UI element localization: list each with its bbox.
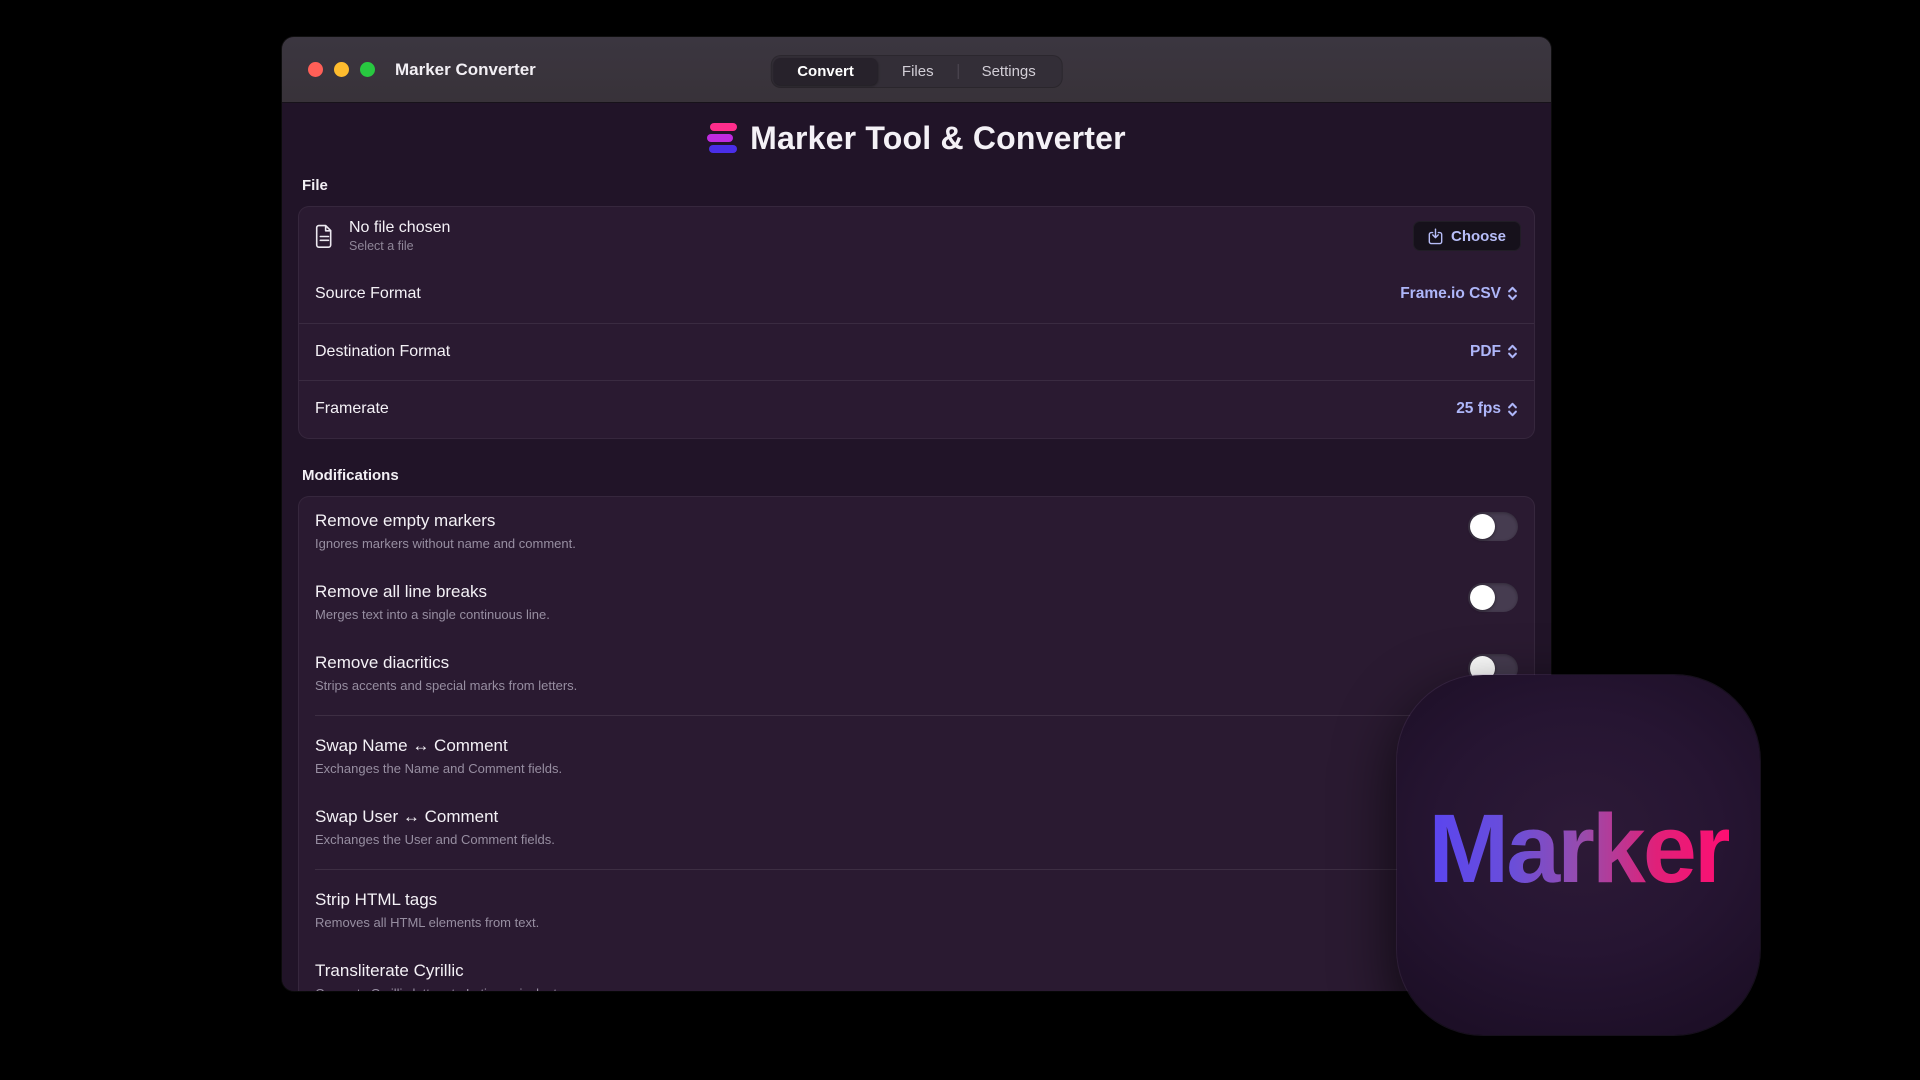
modification-title: Remove empty markers bbox=[315, 511, 576, 531]
document-icon bbox=[315, 224, 334, 249]
minimize-window-icon[interactable] bbox=[334, 62, 349, 77]
modification-row: Swap User ↔ Comment Exchanges the User a… bbox=[299, 793, 1534, 864]
modification-row: Transliterate Cyrillic Converts Cyrillic… bbox=[299, 947, 1534, 992]
modification-title: Strip HTML tags bbox=[315, 890, 539, 910]
modification-texts: Remove all line breaks Merges text into … bbox=[315, 582, 550, 623]
modification-row: Strip HTML tags Removes all HTML element… bbox=[299, 876, 1534, 947]
modification-texts: Remove empty markers Ignores markers wit… bbox=[315, 511, 576, 552]
chevron-up-down-icon bbox=[1507, 285, 1518, 302]
format-dropdown[interactable]: 25 fps bbox=[1456, 400, 1518, 418]
marker-app-icon: Marker bbox=[1397, 675, 1760, 1035]
traffic-lights bbox=[308, 37, 375, 102]
modification-row: Remove diacritics Strips accents and spe… bbox=[299, 639, 1534, 710]
modifications-section-label: Modifications bbox=[302, 467, 1531, 484]
modifications-card: Remove empty markers Ignores markers wit… bbox=[298, 496, 1535, 992]
modification-subtitle: Merges text into a single continuous lin… bbox=[315, 607, 550, 623]
file-card: No file chosen Select a file Choose So bbox=[298, 206, 1535, 439]
modification-subtitle: Ignores markers without name and comment… bbox=[315, 536, 576, 552]
toggle-knob bbox=[1470, 585, 1495, 610]
modification-title: Remove all line breaks bbox=[315, 582, 550, 602]
format-dropdown-value: PDF bbox=[1470, 343, 1501, 361]
title-bar: Marker Converter Convert Files Settings bbox=[282, 37, 1551, 103]
file-chooser-row: No file chosen Select a file Choose bbox=[299, 207, 1534, 265]
app-icon-wordmark: Marker bbox=[1428, 800, 1728, 911]
format-dropdown-value: 25 fps bbox=[1456, 400, 1501, 418]
modification-row: Swap Name ↔ Comment Exchanges the Name a… bbox=[299, 722, 1534, 793]
format-dropdown-value: Frame.io CSV bbox=[1400, 285, 1501, 303]
window-title: Marker Converter bbox=[395, 60, 536, 80]
page-title: Marker Tool & Converter bbox=[750, 120, 1126, 157]
format-row: Source Format Frame.io CSV bbox=[299, 265, 1534, 323]
main-content: Marker Tool & Converter File No file cho… bbox=[282, 103, 1551, 991]
format-row-label: Destination Format bbox=[315, 343, 450, 361]
close-window-icon[interactable] bbox=[308, 62, 323, 77]
toggle-switch[interactable] bbox=[1468, 583, 1518, 612]
file-section-label: File bbox=[302, 177, 1531, 194]
format-dropdown[interactable]: PDF bbox=[1470, 343, 1518, 361]
tab[interactable]: Settings bbox=[958, 58, 1060, 85]
modification-texts: Transliterate Cyrillic Converts Cyrillic… bbox=[315, 961, 567, 992]
modification-title: Remove diacritics bbox=[315, 653, 577, 673]
modification-texts: Remove diacritics Strips accents and spe… bbox=[315, 653, 577, 694]
chevron-up-down-icon bbox=[1507, 343, 1518, 360]
format-row-label: Framerate bbox=[315, 400, 389, 418]
format-row: Framerate 25 fps bbox=[299, 380, 1534, 438]
choose-button-label: Choose bbox=[1451, 228, 1506, 245]
format-dropdown[interactable]: Frame.io CSV bbox=[1400, 285, 1518, 303]
format-rows: Source Format Frame.io CSV Destination F… bbox=[299, 265, 1534, 438]
modification-texts: Swap User ↔ Comment Exchanges the User a… bbox=[315, 807, 555, 848]
page-header: Marker Tool & Converter bbox=[298, 103, 1535, 161]
group-divider bbox=[315, 869, 1518, 870]
tab-bar: Convert Files Settings bbox=[771, 56, 1062, 87]
format-row-label: Source Format bbox=[315, 285, 421, 303]
modification-subtitle: Exchanges the User and Comment fields. bbox=[315, 832, 555, 848]
modification-texts: Strip HTML tags Removes all HTML element… bbox=[315, 890, 539, 931]
file-chooser-texts: No file chosen Select a file bbox=[349, 219, 1413, 253]
app-window: Marker Converter Convert Files Settings … bbox=[282, 37, 1551, 991]
tab[interactable]: Convert bbox=[773, 58, 878, 85]
modification-subtitle: Strips accents and special marks from le… bbox=[315, 678, 577, 694]
modification-title: Swap User ↔ Comment bbox=[315, 807, 555, 827]
modification-subtitle: Exchanges the Name and Comment fields. bbox=[315, 761, 562, 777]
group-divider bbox=[315, 715, 1518, 716]
file-chosen-status: No file chosen bbox=[349, 219, 1413, 237]
modification-texts: Swap Name ↔ Comment Exchanges the Name a… bbox=[315, 736, 562, 777]
import-file-icon bbox=[1428, 228, 1443, 245]
modification-row: Remove empty markers Ignores markers wit… bbox=[299, 497, 1534, 568]
zoom-window-icon[interactable] bbox=[360, 62, 375, 77]
tab[interactable]: Files bbox=[878, 58, 958, 85]
modification-subtitle: Converts Cyrillic letters to Latin equiv… bbox=[315, 986, 567, 992]
modification-title: Swap Name ↔ Comment bbox=[315, 736, 562, 756]
modification-row: Remove all line breaks Merges text into … bbox=[299, 568, 1534, 639]
toggle-knob bbox=[1470, 514, 1495, 539]
file-chooser-hint: Select a file bbox=[349, 239, 1413, 253]
marker-logo-icon bbox=[707, 123, 737, 153]
choose-file-button[interactable]: Choose bbox=[1413, 221, 1521, 251]
modification-subtitle: Removes all HTML elements from text. bbox=[315, 915, 539, 931]
toggle-switch[interactable] bbox=[1468, 512, 1518, 541]
format-row: Destination Format PDF bbox=[299, 323, 1534, 381]
chevron-up-down-icon bbox=[1507, 401, 1518, 418]
modification-title: Transliterate Cyrillic bbox=[315, 961, 567, 981]
